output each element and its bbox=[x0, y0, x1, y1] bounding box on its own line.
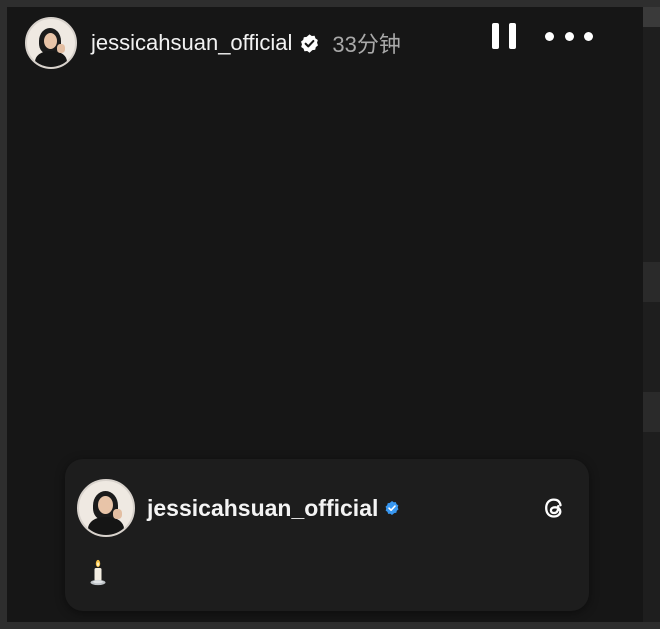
avatar-hand bbox=[57, 44, 65, 53]
pause-bar-left bbox=[492, 23, 499, 49]
story-header: jessicahsuan_official 33分钟 bbox=[25, 15, 635, 71]
verified-badge-icon bbox=[385, 501, 399, 515]
card-body-text: 🕯️ bbox=[88, 559, 108, 587]
card-username[interactable]: jessicahsuan_official bbox=[147, 495, 378, 522]
avatar-face bbox=[44, 33, 57, 49]
edge-stripe bbox=[643, 7, 660, 27]
threads-icon[interactable] bbox=[539, 493, 569, 523]
verified-badge-icon bbox=[301, 33, 319, 53]
edge-stripe bbox=[643, 262, 660, 302]
story-viewer: jessicahsuan_official 33分钟 jessicahsuan_… bbox=[7, 7, 643, 622]
pause-bar-right bbox=[509, 23, 516, 49]
more-icon[interactable] bbox=[545, 29, 593, 43]
shared-post-card[interactable]: jessicahsuan_official 🕯️ bbox=[65, 459, 589, 611]
edge-stripe bbox=[643, 392, 660, 432]
profile-avatar[interactable] bbox=[25, 17, 77, 69]
avatar-body bbox=[88, 517, 124, 535]
avatar-body bbox=[35, 51, 67, 67]
post-time: 33分钟 bbox=[332, 32, 401, 57]
background-page-edge bbox=[643, 7, 660, 622]
card-avatar[interactable] bbox=[77, 479, 135, 537]
avatar-hand bbox=[113, 509, 122, 519]
more-dot bbox=[584, 31, 593, 41]
pause-icon[interactable] bbox=[492, 23, 516, 49]
more-dot bbox=[564, 31, 574, 41]
card-header: jessicahsuan_official bbox=[77, 479, 577, 537]
more-dot bbox=[545, 31, 554, 41]
avatar-face bbox=[98, 496, 113, 514]
profile-username[interactable]: jessicahsuan_official bbox=[91, 30, 292, 56]
window-frame: jessicahsuan_official 33分钟 jessicahsuan_… bbox=[0, 0, 660, 629]
